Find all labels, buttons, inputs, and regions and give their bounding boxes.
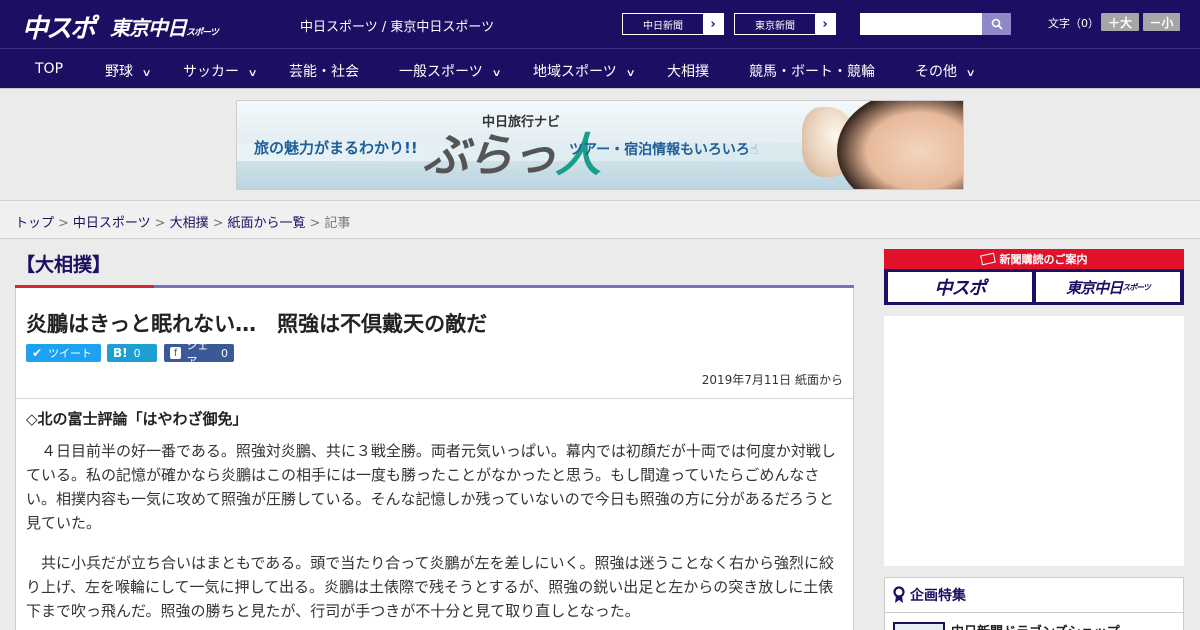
nav-label: サッカー [183, 64, 239, 80]
chuspo-subscribe-button[interactable]: 中スポ [888, 272, 1032, 302]
feature-item-dragons-shop[interactable]: 中日新聞ドラゴンズショップ [951, 621, 1120, 630]
nav-label: 大相撲 [667, 64, 709, 80]
nav-label: 野球 [105, 64, 133, 80]
nav-item-sumo[interactable]: 大相撲 [667, 61, 709, 81]
section-label: 【大相撲】 [16, 254, 112, 276]
banner-right-text: ツアー・宿泊情報もいろいろ☝ [569, 139, 758, 159]
facebook-share-button[interactable]: f シェア 0 [164, 339, 234, 368]
chuspo-logo[interactable]: 中スポ [22, 8, 96, 45]
font-size-label: 文字（0） [1048, 17, 1099, 30]
chevron-right-icon: › [703, 14, 723, 34]
article-subheading: ◇北の富士評論「はやわざ御免」 [26, 410, 248, 428]
chevron-down-icon: ∨ [247, 68, 258, 79]
tokyo-shimbun-button[interactable]: 東京新聞 › [734, 13, 836, 35]
nav-label: その他 [915, 64, 957, 80]
breadcrumb-current: 記事 [324, 216, 351, 231]
banner-left-text: 旅の魅力がまるわかり!! [254, 139, 418, 157]
breadcrumb-paper-list[interactable]: 紙面から一覧 [228, 216, 306, 231]
facebook-icon: f [170, 347, 182, 359]
search-icon [991, 18, 1003, 30]
ribbon-icon [893, 586, 905, 603]
tokyo-shimbun-label: 東京新聞 [755, 20, 795, 32]
feature-title: 企画特集 [893, 585, 966, 605]
subscription-box: 新聞購読のご案内 中スポ 東京中日 スポーツ [884, 249, 1184, 305]
article-paragraph: ４日目前半の好一番である。照強対炎鵬、共に３戦全勝。両者元気いっぱい。幕内では初… [26, 442, 836, 532]
nav-label: 芸能・社会 [289, 64, 359, 80]
breadcrumb-sumo[interactable]: 大相撲 [170, 216, 209, 231]
breadcrumb-sep: > [58, 216, 69, 231]
breadcrumb: トップ > 中日スポーツ > 大相撲 > 紙面から一覧 > 記事 [15, 212, 350, 231]
chunichi-shimbun-label: 中日新聞 [643, 20, 683, 32]
nav-item-top[interactable]: TOP [35, 61, 63, 77]
hatena-count: 0 [133, 346, 141, 360]
nav-item-general-sports[interactable]: 一般スポーツ ∨ [399, 61, 502, 81]
subscription-header: 新聞購読のご案内 [884, 249, 1184, 269]
tokyo-subscribe-label: 東京中日 [1066, 278, 1123, 297]
nav-label: 競馬・ボート・競輪 [749, 64, 875, 80]
fb-share-label: シェア [186, 339, 209, 368]
article-divider [16, 398, 853, 399]
site-links[interactable]: 中日スポーツ / 東京中日スポーツ [300, 16, 494, 35]
chunichi-shimbun-button[interactable]: 中日新聞 › [622, 13, 724, 35]
breadcrumb-chunichi-sports[interactable]: 中日スポーツ [73, 216, 151, 231]
article-headline: 炎鵬はきっと眠れない… 照強は不倶戴天の敵だ [26, 312, 488, 336]
woman-image [837, 101, 963, 189]
breadcrumb-bar: トップ > 中日スポーツ > 大相撲 > 紙面から一覧 > 記事 [0, 200, 1200, 239]
nav-item-other[interactable]: その他 ∨ [915, 61, 976, 81]
travel-banner-ad[interactable]: 中日旅行ナビ 旅の魅力がまるわかり!! ぶらっ人 ツアー・宿泊情報もいろいろ☝ [236, 100, 964, 190]
twitter-bird-icon: ✔ [32, 346, 43, 360]
search-input[interactable] [860, 13, 982, 35]
article-date: 2019年7月11日 紙面から [701, 373, 843, 387]
tokyo-logo-text: 東京中日 [110, 16, 187, 40]
banner-right-label: ツアー・宿泊情報もいろいろ [569, 142, 750, 158]
ticket-icon [979, 252, 996, 266]
feature-divider [885, 612, 1183, 613]
chevron-down-icon: ∨ [965, 68, 976, 79]
breadcrumb-sep: > [309, 216, 321, 231]
subscription-header-label: 新聞購読のご案内 [999, 253, 1088, 266]
tokyo-chunichi-logo[interactable]: 東京中日スポーツ [110, 12, 219, 41]
feature-box: 企画特集 中日新聞ドラゴンズショップ [884, 577, 1184, 630]
site-links-text[interactable]: 中日スポーツ / 東京中日スポーツ [300, 20, 494, 35]
hatena-bookmark-button[interactable]: B! 0 [107, 344, 157, 362]
chevron-down-icon: ∨ [141, 68, 152, 79]
dragons-shop-thumbnail[interactable] [893, 622, 945, 630]
nav-item-local-sports[interactable]: 地域スポーツ ∨ [533, 61, 636, 81]
article-container: 炎鵬はきっと眠れない… 照強は不倶戴天の敵だ ✔ ツイート B! 0 f シェア 0 … [15, 288, 854, 630]
tokyo-subscribe-small: スポーツ [1122, 282, 1151, 292]
hatena-icon: B! [113, 346, 128, 360]
nav-item-entertainment[interactable]: 芸能・社会 [289, 61, 359, 81]
tweet-label: ツイート [48, 347, 93, 360]
nav-label: 地域スポーツ [533, 64, 617, 80]
sidebar-ad-slot [884, 316, 1184, 566]
breadcrumb-sep: > [212, 216, 224, 231]
font-smaller-button[interactable]: －小 [1143, 13, 1180, 31]
breadcrumb-top[interactable]: トップ [15, 216, 54, 231]
main-nav: TOP 野球 ∨ サッカー ∨ 芸能・社会 一般スポーツ ∨ 地域スポーツ ∨ 大相撲 … [0, 48, 1200, 89]
chevron-down-icon: ∨ [491, 68, 502, 79]
tweet-button[interactable]: ✔ ツイート [26, 344, 101, 362]
top-header: 中スポ 東京中日スポーツ 中日スポーツ / 東京中日スポーツ 中日新聞 › 東京… [0, 0, 1200, 48]
banner-logo-text: ぶらっ [423, 128, 557, 182]
nav-item-racing[interactable]: 競馬・ボート・競輪 [749, 61, 875, 81]
feature-title-label: 企画特集 [910, 588, 966, 604]
fb-share-count: 0 [221, 346, 228, 360]
nav-item-soccer[interactable]: サッカー ∨ [183, 61, 258, 81]
chevron-down-icon: ∨ [625, 68, 636, 79]
tokyo-chunichi-subscribe-button[interactable]: 東京中日 スポーツ [1036, 272, 1180, 302]
nav-label: 一般スポーツ [399, 64, 483, 80]
search-button[interactable] [982, 13, 1011, 35]
chevron-right-icon: › [815, 14, 835, 34]
pointing-hand-icon: ☝ [749, 142, 759, 158]
article-paragraph: 共に小兵だが立ち合いはまともである。頭で当たり合って炎鵬が左を差しにいく。照強は… [26, 554, 835, 620]
tokyo-logo-small: スポーツ [186, 28, 219, 38]
font-larger-button[interactable]: ＋大 [1101, 13, 1139, 31]
nav-label: TOP [35, 61, 64, 77]
breadcrumb-sep: > [154, 216, 166, 231]
nav-item-baseball[interactable]: 野球 ∨ [105, 61, 152, 81]
